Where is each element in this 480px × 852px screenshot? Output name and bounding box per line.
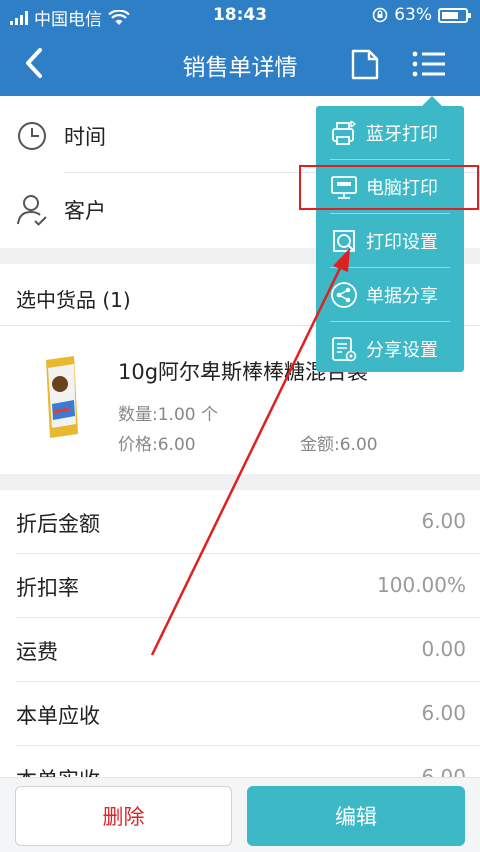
summary-label: 折扣率 bbox=[16, 576, 79, 600]
summary-card: 折后金额 6.00 折扣率 100.00% 运费 0.00 本单应收 6.00 … bbox=[0, 490, 480, 780]
summary-value: 6.00 bbox=[421, 509, 466, 533]
user-icon bbox=[17, 195, 47, 226]
product-thumbnail bbox=[46, 356, 78, 438]
share-icon bbox=[331, 282, 357, 308]
battery-icon bbox=[438, 7, 471, 23]
menu-item-share-settings[interactable]: 分享设置 bbox=[316, 322, 464, 375]
menu-item-label: 打印设置 bbox=[366, 232, 438, 253]
menu-item-print-settings[interactable]: 打印设置 bbox=[316, 214, 464, 267]
menu-item-label: 蓝牙打印 bbox=[366, 124, 438, 145]
summary-label: 运费 bbox=[16, 640, 58, 664]
delete-button[interactable]: 删除 bbox=[15, 786, 232, 846]
rotation-lock-icon bbox=[372, 7, 388, 23]
goods-quantity: 数量:1.00 个 bbox=[118, 405, 218, 425]
summary-row: 本单实收 6.00 bbox=[0, 746, 480, 780]
status-right: 63% bbox=[372, 5, 471, 25]
menu-item-label: 分享设置 bbox=[366, 340, 438, 361]
list-menu-icon[interactable] bbox=[412, 50, 446, 78]
summary-row: 折后金额 6.00 bbox=[0, 490, 480, 553]
summary-value: 6.00 bbox=[421, 701, 466, 725]
print-settings-icon bbox=[333, 230, 355, 252]
top-bar: 中国电信 18:43 63% 销售单详情 bbox=[0, 0, 480, 96]
battery-percent: 63% bbox=[394, 5, 432, 25]
summary-value: 100.00% bbox=[377, 573, 466, 597]
page-title: 销售单详情 bbox=[182, 55, 298, 81]
summary-row: 折扣率 100.00% bbox=[0, 554, 480, 617]
highlight-box bbox=[299, 165, 479, 210]
more-menu-dropdown: 蓝牙打印 电脑打印 打印设置 单据分享 分享设置 bbox=[316, 96, 464, 375]
menu-item-bluetooth-print[interactable]: 蓝牙打印 bbox=[316, 106, 464, 159]
time-label: 时间 bbox=[64, 125, 106, 149]
goods-section-title: 选中货品 (1) bbox=[16, 288, 131, 312]
summary-label: 本单应收 bbox=[16, 704, 100, 728]
summary-row: 本单应收 6.00 bbox=[0, 682, 480, 745]
share-settings-icon bbox=[332, 337, 357, 362]
bottom-action-bar: 删除 编辑 bbox=[0, 777, 480, 852]
goods-amount: 金额:6.00 bbox=[300, 435, 378, 455]
edit-button[interactable]: 编辑 bbox=[247, 786, 465, 846]
summary-row: 运费 0.00 bbox=[0, 618, 480, 681]
goods-price: 价格:6.00 bbox=[118, 435, 196, 455]
document-icon[interactable] bbox=[350, 48, 380, 80]
menu-item-label: 单据分享 bbox=[366, 286, 438, 307]
menu-item-document-share[interactable]: 单据分享 bbox=[316, 268, 464, 321]
nav-bar: 销售单详情 bbox=[0, 32, 480, 96]
status-bar: 中国电信 18:43 63% bbox=[0, 0, 480, 32]
bluetooth-printer-icon bbox=[332, 120, 357, 145]
clock-icon bbox=[18, 122, 46, 150]
summary-label: 折后金额 bbox=[16, 512, 100, 536]
customer-label: 客户 bbox=[64, 199, 106, 223]
summary-value: 0.00 bbox=[421, 637, 466, 661]
